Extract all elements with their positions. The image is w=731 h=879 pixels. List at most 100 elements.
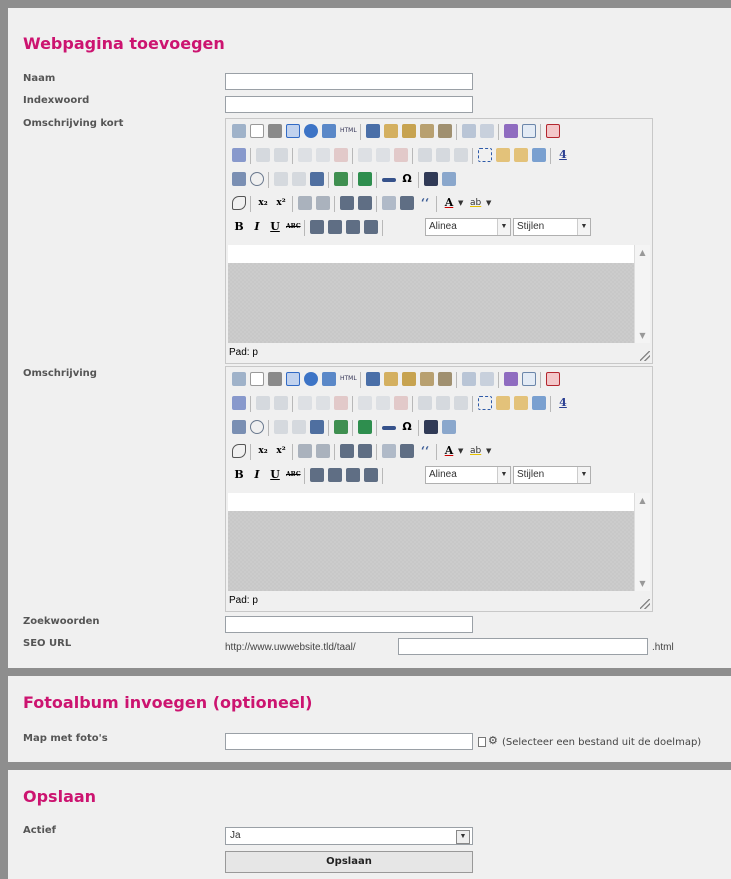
horizontal-rule-icon[interactable] [382, 178, 396, 182]
scroll-up-icon[interactable]: ▲ [635, 493, 650, 508]
table-props-icon[interactable] [274, 396, 288, 410]
seo-url-input[interactable] [398, 638, 648, 655]
fullscreen-icon[interactable] [322, 124, 336, 138]
html-icon[interactable]: HTML [340, 372, 357, 386]
indent-icon[interactable] [400, 196, 414, 210]
align-left-icon[interactable] [310, 468, 324, 482]
save-button[interactable]: Opslaan [225, 851, 473, 873]
help-icon[interactable] [304, 124, 318, 138]
scroll-up-icon[interactable]: ▲ [635, 245, 650, 260]
paste-icon[interactable] [402, 372, 416, 386]
undo-icon[interactable] [462, 372, 476, 386]
visual-aid-icon[interactable] [478, 396, 492, 410]
align-center-icon[interactable] [328, 468, 342, 482]
print-icon[interactable] [268, 124, 282, 138]
col-before-icon[interactable] [358, 396, 372, 410]
align-left-icon[interactable] [310, 220, 324, 234]
media-icon[interactable] [358, 420, 372, 434]
row-after-icon[interactable] [316, 148, 330, 162]
image-icon[interactable] [334, 420, 348, 434]
cut-icon[interactable] [366, 372, 380, 386]
form-icon[interactable] [232, 396, 246, 410]
bg-color-icon[interactable]: ab [470, 196, 484, 210]
row-before-icon[interactable] [298, 396, 312, 410]
italic-icon[interactable]: I [250, 220, 264, 234]
absolute-icon[interactable] [532, 148, 546, 162]
name-input[interactable] [225, 73, 473, 90]
delete-col-icon[interactable] [394, 396, 408, 410]
align-right-icon[interactable] [346, 468, 360, 482]
format-select[interactable]: Alinea ▼ [425, 466, 511, 484]
split-cells-icon[interactable] [418, 396, 432, 410]
fullscreen-icon[interactable] [322, 372, 336, 386]
numbered-list-icon[interactable] [358, 196, 372, 210]
table-props-icon[interactable] [274, 148, 288, 162]
italic-icon[interactable]: I [250, 468, 264, 482]
horizontal-rule-icon[interactable] [382, 426, 396, 430]
eraser-icon[interactable] [232, 444, 246, 458]
paste-icon[interactable] [402, 124, 416, 138]
anchor-icon[interactable] [310, 420, 324, 434]
merge-cells-icon[interactable] [436, 396, 450, 410]
row-after-icon[interactable] [316, 396, 330, 410]
delete-row-icon[interactable] [334, 148, 348, 162]
outdent-icon[interactable] [382, 444, 396, 458]
find-icon[interactable] [424, 172, 438, 186]
rtl-icon[interactable] [316, 196, 330, 210]
copy-icon[interactable] [384, 372, 398, 386]
print-icon[interactable] [268, 372, 282, 386]
media-icon[interactable] [358, 172, 372, 186]
new-page-icon[interactable] [250, 124, 264, 138]
cut-icon[interactable] [366, 124, 380, 138]
link-icon[interactable] [274, 172, 288, 186]
page-break-icon[interactable] [546, 372, 560, 386]
active-select[interactable]: Ja ▼ [225, 827, 473, 845]
outdent-icon[interactable] [382, 196, 396, 210]
move-forward-icon[interactable] [514, 148, 528, 162]
indent-icon[interactable] [400, 444, 414, 458]
merge-cells-icon[interactable] [436, 148, 450, 162]
underline-icon[interactable]: U [268, 220, 282, 234]
layer-icon[interactable] [496, 396, 510, 410]
link-icon[interactable] [274, 420, 288, 434]
subscript-icon[interactable]: x₂ [256, 196, 270, 210]
find-icon[interactable] [424, 420, 438, 434]
col-after-icon[interactable] [376, 148, 390, 162]
insert-date-icon[interactable] [232, 172, 246, 186]
bg-color-icon[interactable]: ab [470, 444, 484, 458]
preview-icon[interactable] [232, 372, 246, 386]
editor-content-top[interactable] [228, 493, 635, 511]
layer-icon[interactable] [496, 148, 510, 162]
paste-text-icon[interactable] [420, 372, 434, 386]
insert-time-icon[interactable] [250, 172, 264, 186]
superscript-icon[interactable]: x² [274, 196, 288, 210]
bg-color-dropdown-icon[interactable]: ▼ [486, 196, 494, 210]
form-icon[interactable] [232, 148, 246, 162]
photo-folder-input[interactable] [225, 733, 473, 750]
eraser-icon[interactable] [232, 196, 246, 210]
align-justify-icon[interactable] [364, 220, 378, 234]
redo-icon[interactable] [480, 372, 494, 386]
abbr-icon[interactable]: 4 [556, 148, 570, 162]
col-before-icon[interactable] [358, 148, 372, 162]
editor-scrollbar[interactable]: ▲ ▼ [634, 245, 650, 343]
abbr-icon[interactable]: 4 [556, 396, 570, 410]
align-center-icon[interactable] [328, 220, 342, 234]
row-before-icon[interactable] [298, 148, 312, 162]
delete-col-icon[interactable] [394, 148, 408, 162]
replace-icon[interactable] [442, 420, 456, 434]
template-icon[interactable] [286, 124, 300, 138]
ltr-icon[interactable] [298, 196, 312, 210]
col-after-icon[interactable] [376, 396, 390, 410]
visual-aid-icon[interactable] [478, 148, 492, 162]
editor-content-area[interactable] [228, 263, 635, 343]
clean-format-icon[interactable] [504, 372, 518, 386]
scroll-down-icon[interactable]: ▼ [635, 576, 650, 591]
rtl-icon[interactable] [316, 444, 330, 458]
undo-icon[interactable] [462, 124, 476, 138]
underline-icon[interactable]: U [268, 468, 282, 482]
paste-text-icon[interactable] [420, 124, 434, 138]
align-right-icon[interactable] [346, 220, 360, 234]
editor-content-top[interactable] [228, 245, 635, 263]
align-justify-icon[interactable] [364, 468, 378, 482]
